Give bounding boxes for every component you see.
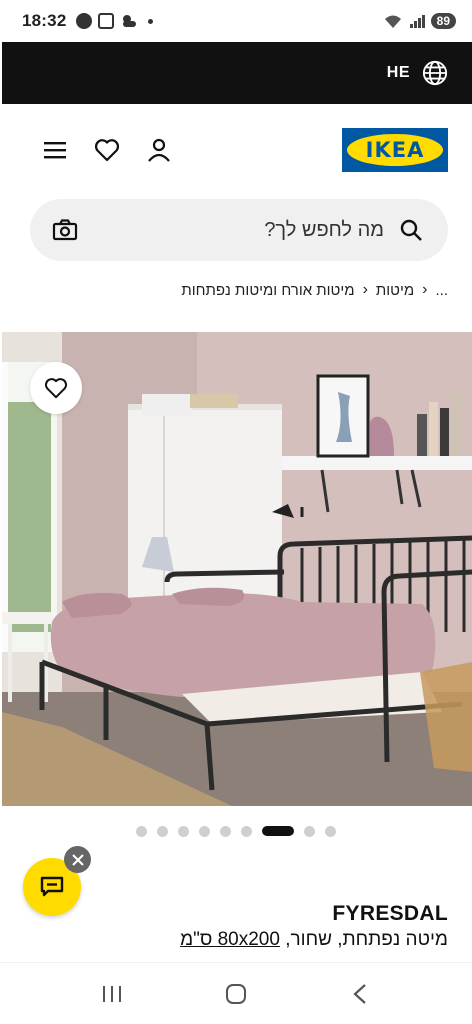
weather-icon [123, 15, 137, 27]
globe-icon[interactable] [422, 60, 448, 86]
carousel-dot[interactable] [136, 825, 147, 837]
more-notifications-icon [148, 18, 154, 24]
breadcrumb-item-daybeds[interactable]: מיטות אורח ומיטות נפתחות [181, 282, 354, 299]
logo-text: IKEA [347, 134, 443, 166]
language-bar: HE [2, 42, 472, 104]
product-type: מיטה נפתחת, שחור, [285, 929, 448, 950]
product-size-link[interactable]: 80x200 ס"מ [180, 929, 280, 950]
screenshot-icon [98, 13, 115, 29]
breadcrumb-item-beds[interactable]: מיטות [376, 282, 414, 299]
camera-search-icon[interactable] [52, 217, 78, 243]
carousel-dot[interactable] [325, 825, 336, 837]
carousel-dot[interactable] [220, 825, 231, 837]
home-icon [226, 983, 246, 1004]
wishlist-heart-icon[interactable] [94, 137, 120, 163]
language-code[interactable]: HE [387, 64, 410, 82]
close-chat-button[interactable] [64, 846, 91, 873]
product-description: מיטה נפתחת, שחור, 80x200 ס"מ [180, 929, 448, 951]
breadcrumb-ellipsis[interactable]: ... [435, 282, 448, 299]
carousel-dot-active[interactable] [262, 826, 294, 836]
carousel-dot[interactable] [304, 825, 315, 837]
chevron-left-icon: ‹ [362, 281, 368, 298]
breadcrumb: ... ‹ מיטות ‹ מיטות אורח ומיטות נפתחות [181, 279, 448, 301]
ikea-logo[interactable]: IKEA [342, 128, 448, 172]
back-button[interactable] [340, 974, 380, 1014]
carousel-dot[interactable] [199, 825, 210, 837]
account-icon[interactable] [146, 137, 172, 163]
recent-apps-button[interactable] [92, 974, 132, 1014]
site-header: IKEA [0, 104, 472, 196]
carousel-dot[interactable] [241, 825, 252, 837]
search-bar[interactable]: מה לחפש לך? [30, 199, 448, 261]
image-carousel-pagination [0, 824, 472, 838]
notification-icons [76, 13, 154, 29]
close-icon [71, 853, 84, 866]
recent-apps-icon [103, 985, 121, 1002]
back-icon [353, 983, 366, 1004]
search-icon[interactable] [398, 217, 424, 243]
product-image[interactable] [2, 332, 472, 806]
system-navigation-bar [0, 962, 472, 1024]
status-bar: 18:32 89 [0, 0, 472, 42]
chat-icon [40, 876, 64, 897]
status-time: 18:32 [22, 11, 67, 30]
add-to-wishlist-button[interactable] [30, 362, 82, 414]
signal-icon [409, 15, 425, 28]
chevron-left-icon: ‹ [422, 281, 428, 298]
facebook-icon [76, 13, 93, 29]
wifi-icon [384, 15, 401, 28]
carousel-dot[interactable] [178, 825, 189, 837]
search-input[interactable]: מה לחפש לך? [264, 219, 384, 242]
menu-icon[interactable] [42, 137, 68, 163]
home-button[interactable] [216, 974, 256, 1014]
battery-indicator: 89 [430, 13, 456, 29]
carousel-dot[interactable] [157, 825, 168, 837]
heart-icon [44, 378, 68, 399]
product-name[interactable]: FYRESDAL [332, 902, 448, 926]
